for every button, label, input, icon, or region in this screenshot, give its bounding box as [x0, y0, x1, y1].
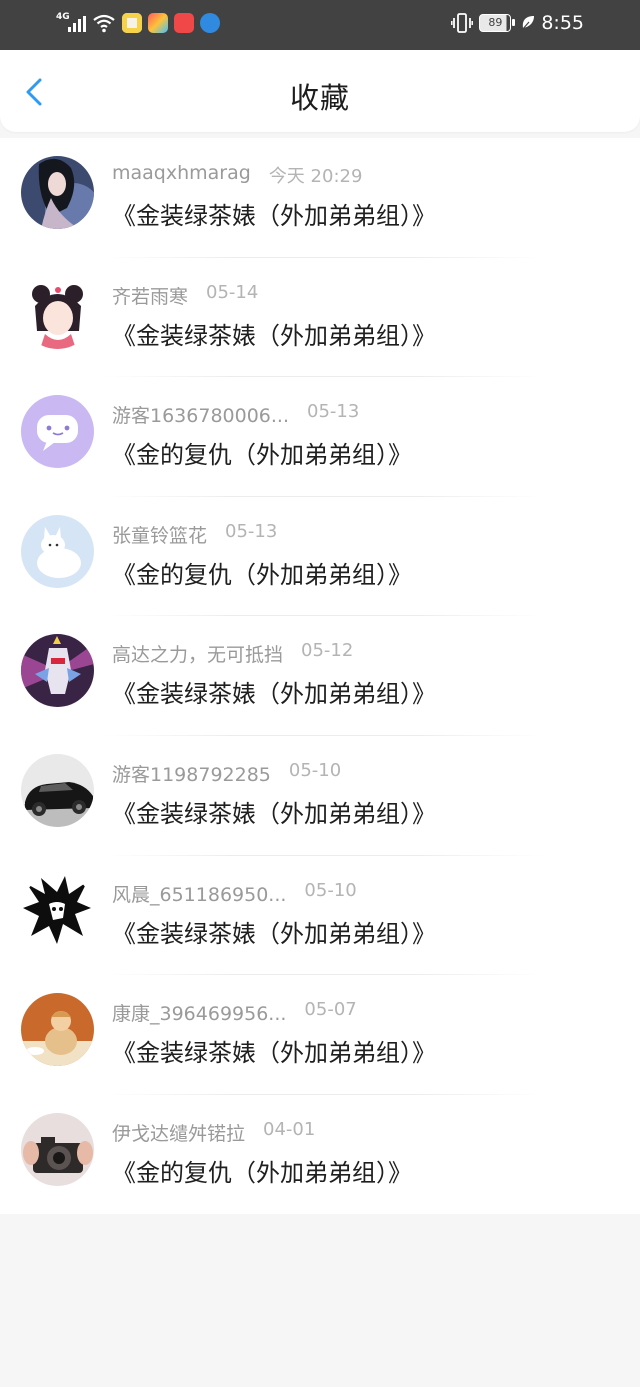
date: 04-01 — [263, 1118, 316, 1140]
avatar-black-white-art-icon — [21, 873, 94, 947]
clock: 8:55 — [541, 12, 584, 34]
nav-header: 收藏 — [0, 50, 640, 132]
avatar-black-car-icon — [21, 753, 94, 827]
avatar[interactable] — [21, 514, 94, 588]
list-item[interactable]: 齐若雨寒 05-14 《金装绿茶婊（外加弟弟组）》 — [0, 258, 640, 378]
item-meta: 游客1636780006... 05-13 — [112, 401, 359, 427]
avatar[interactable] — [21, 753, 94, 827]
date: 05-14 — [206, 281, 259, 303]
status-bar-right: 89 8:55 — [451, 12, 584, 34]
date: 05-13 — [225, 520, 278, 542]
vibrate-icon — [451, 13, 474, 33]
item-title[interactable]: 《金装绿茶婊（外加弟弟组）》 — [112, 674, 436, 709]
list-item[interactable]: 风晨_651186950... 05-10 《金装绿茶婊（外加弟弟组）》 — [0, 856, 640, 976]
date: 05-07 — [304, 999, 357, 1021]
app-icon-blue — [200, 13, 220, 33]
item-title[interactable]: 《金装绿茶婊（外加弟弟组）》 — [112, 914, 436, 949]
date: 05-12 — [301, 640, 354, 662]
item-meta: 齐若雨寒 05-14 — [112, 282, 258, 308]
item-meta: 张童铃篮花 05-13 — [112, 521, 277, 547]
avatar[interactable] — [21, 395, 94, 469]
item-title[interactable]: 《金的复仇（外加弟弟组）》 — [112, 1153, 412, 1188]
list-item[interactable]: maaqxhmarag 今天 20:29 《金装绿茶婊（外加弟弟组）》 — [0, 138, 640, 258]
app-icon-red — [174, 13, 194, 33]
username: 游客1198792285 — [112, 763, 271, 786]
avatar[interactable] — [21, 156, 94, 229]
leaf-icon — [521, 16, 535, 31]
app-icon-colorful — [148, 13, 168, 33]
item-title[interactable]: 《金装绿茶婊（外加弟弟组）》 — [112, 1033, 436, 1068]
avatar-girl-photo-icon — [21, 156, 94, 229]
avatar[interactable] — [21, 634, 94, 708]
list-item[interactable]: 张童铃篮花 05-13 《金的复仇（外加弟弟组）》 — [0, 497, 640, 617]
avatar-chat-bubble-icon — [21, 395, 94, 469]
status-bar-left: 4G — [56, 12, 220, 34]
username: 游客1636780006... — [112, 405, 290, 428]
avatar[interactable] — [21, 873, 94, 947]
avatar-baby-icon — [21, 993, 94, 1067]
avatar[interactable] — [21, 993, 94, 1067]
item-meta: 风晨_651186950... 05-10 — [112, 880, 357, 906]
item-meta: 康康_396469956... 05-07 — [112, 999, 357, 1025]
date: 05-10 — [288, 759, 342, 781]
list-item[interactable]: 游客1198792285 05-10 《金装绿茶婊（外加弟弟组）》 — [0, 736, 640, 856]
avatar[interactable] — [21, 1112, 94, 1186]
username: maaqxhmarag — [112, 162, 251, 184]
item-title[interactable]: 《金装绿茶婊（外加弟弟组）》 — [112, 794, 436, 829]
item-meta: 高达之力，无可抵挡 05-12 — [112, 640, 353, 666]
avatar-camera-icon — [21, 1112, 94, 1186]
avatar[interactable] — [21, 275, 94, 349]
username: 伊戈达缱舛锘拉 — [112, 1122, 246, 1145]
item-meta: maaqxhmarag 今天 20:29 — [112, 162, 362, 188]
item-title[interactable]: 《金的复仇（外加弟弟组）》 — [112, 435, 412, 470]
item-title[interactable]: 《金的复仇（外加弟弟组）》 — [112, 555, 412, 590]
list-item[interactable]: 高达之力，无可抵挡 05-12 《金装绿茶婊（外加弟弟组）》 — [0, 616, 640, 736]
wifi-icon — [93, 14, 115, 33]
date: 今天 20:29 — [268, 166, 363, 187]
battery-icon: 89 — [479, 14, 516, 32]
signal-icon: 4G — [56, 12, 86, 34]
avatar-gundam-icon — [21, 634, 94, 708]
item-title[interactable]: 《金装绿茶婊（外加弟弟组）》 — [112, 316, 436, 351]
username: 康康_396469956... — [112, 1003, 287, 1026]
avatar-anime-girl-icon — [21, 275, 94, 349]
date: 05-13 — [307, 401, 360, 423]
username: 高达之力，无可抵挡 — [112, 644, 284, 667]
list-item[interactable]: 游客1636780006... 05-13 《金的复仇（外加弟弟组）》 — [0, 377, 640, 497]
item-meta: 游客1198792285 05-10 — [112, 760, 341, 786]
status-bar: 4G 89 8:55 — [0, 0, 640, 50]
username: 风晨_651186950... — [112, 883, 287, 906]
list-item[interactable]: 伊戈达缱舛锘拉 04-01 《金的复仇（外加弟弟组）》 — [0, 1095, 640, 1215]
favorites-list: maaqxhmarag 今天 20:29 《金装绿茶婊（外加弟弟组）》 齐若雨寒 0… — [0, 138, 640, 1215]
username: 齐若雨寒 — [112, 285, 189, 308]
avatar-white-fox-icon — [21, 514, 94, 588]
item-title[interactable]: 《金装绿茶婊（外加弟弟组）》 — [112, 196, 436, 231]
item-meta: 伊戈达缱舛锘拉 04-01 — [112, 1119, 315, 1145]
username: 张童铃篮花 — [112, 524, 208, 547]
page-title: 收藏 — [289, 81, 350, 115]
app-icon-yellow — [122, 13, 142, 33]
date: 05-10 — [304, 879, 357, 901]
list-item[interactable]: 康康_396469956... 05-07 《金装绿茶婊（外加弟弟组）》 — [0, 975, 640, 1095]
